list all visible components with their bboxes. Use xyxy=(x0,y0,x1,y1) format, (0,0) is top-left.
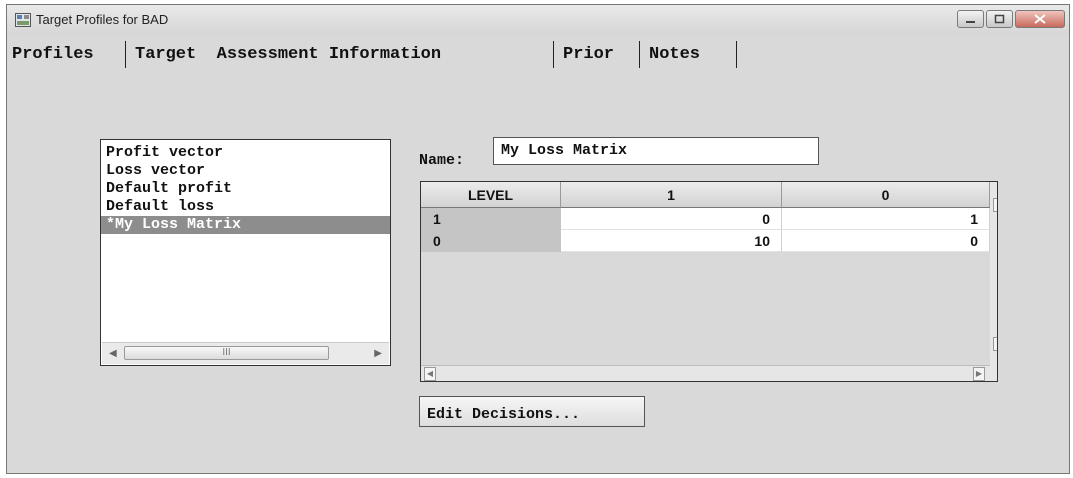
scroll-right-icon[interactable]: ▶ xyxy=(374,343,382,364)
profile-list[interactable]: Profit vector Loss vector Default profit… xyxy=(100,139,391,366)
column-header: 1 xyxy=(561,182,782,208)
tab-bar: Profiles Target Assessment Information P… xyxy=(7,37,1069,68)
target-profiles-window: Target Profiles for BAD Profiles Target … xyxy=(6,4,1070,474)
column-header: 0 xyxy=(782,182,990,208)
close-icon xyxy=(1034,14,1046,24)
title-bar: Target Profiles for BAD xyxy=(7,5,1069,35)
scroll-left-icon[interactable]: ◀ xyxy=(424,367,436,381)
row-level-cell: 1 xyxy=(421,208,561,230)
scroll-right-icon[interactable]: ▶ xyxy=(973,367,985,381)
loss-matrix-table[interactable]: LEVEL 1 0 1 0 1 0 10 0 ▲ ▼ ◀ ▶ xyxy=(420,181,998,382)
list-item-selected[interactable]: *My Loss Matrix xyxy=(101,216,390,234)
minimize-button[interactable] xyxy=(957,10,984,28)
table-horizontal-scrollbar[interactable]: ◀ ▶ xyxy=(421,365,990,381)
table-cell[interactable]: 0 xyxy=(561,208,782,230)
tab-notes[interactable]: Notes xyxy=(649,45,700,64)
table-cell[interactable]: 0 xyxy=(782,230,990,252)
tab-profiles[interactable]: Profiles xyxy=(12,45,94,64)
list-horizontal-scrollbar[interactable]: ◀ III ▶ xyxy=(102,342,389,364)
scroll-left-icon[interactable]: ◀ xyxy=(109,343,117,364)
list-item[interactable]: Default loss xyxy=(101,198,390,216)
list-item[interactable]: Loss vector xyxy=(101,162,390,180)
app-icon xyxy=(15,13,31,27)
close-button[interactable] xyxy=(1015,10,1065,28)
scroll-up-icon[interactable]: ▲ xyxy=(993,198,997,212)
table-cell[interactable]: 1 xyxy=(782,208,990,230)
edit-decisions-button[interactable]: Edit Decisions... xyxy=(419,396,645,427)
name-label: Name: xyxy=(419,152,465,169)
tab-divider xyxy=(553,41,554,68)
name-field[interactable]: My Loss Matrix xyxy=(493,137,819,165)
list-item[interactable]: Profit vector xyxy=(101,144,390,162)
maximize-icon xyxy=(994,14,1005,24)
maximize-button[interactable] xyxy=(986,10,1013,28)
row-level-cell: 0 xyxy=(421,230,561,252)
table-cell[interactable]: 10 xyxy=(561,230,782,252)
column-header: LEVEL xyxy=(421,182,561,208)
tab-target-assessment[interactable]: Target Assessment Information xyxy=(135,45,441,64)
tab-prior[interactable]: Prior xyxy=(563,45,614,64)
tab-divider xyxy=(125,41,126,68)
scroll-grip-text: III xyxy=(222,347,231,358)
tab-divider xyxy=(639,41,640,68)
table-vertical-scrollbar[interactable]: ▲ ▼ xyxy=(990,182,997,381)
minimize-icon xyxy=(966,21,975,23)
tab-divider xyxy=(736,41,737,68)
window-title: Target Profiles for BAD xyxy=(36,12,169,27)
scroll-down-icon[interactable]: ▼ xyxy=(993,337,997,351)
list-item[interactable]: Default profit xyxy=(101,180,390,198)
scroll-thumb[interactable]: III xyxy=(124,346,329,360)
